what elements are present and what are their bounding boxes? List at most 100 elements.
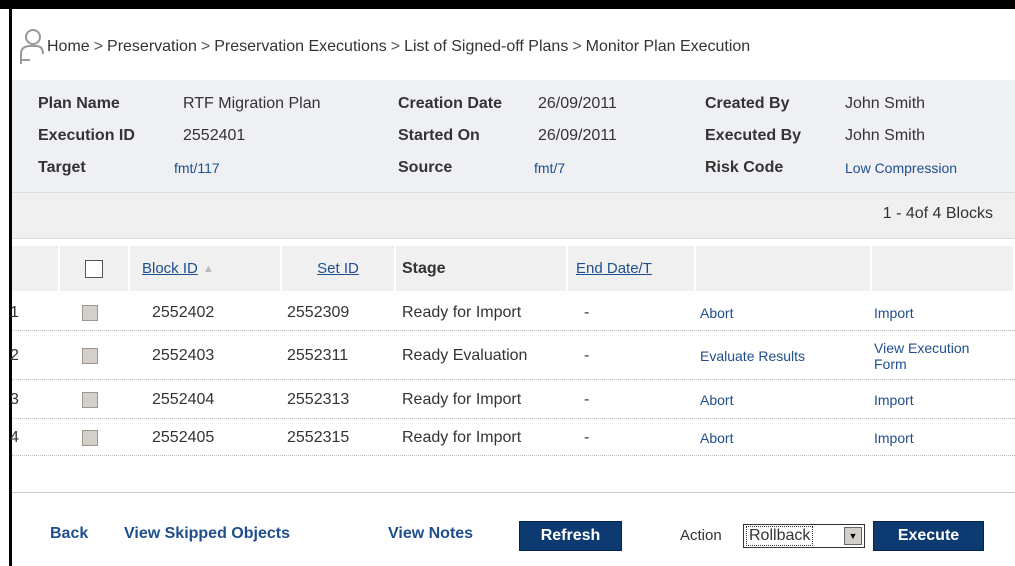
action-label: Action <box>680 527 722 544</box>
evaluate-results-link[interactable]: Evaluate Results <box>700 332 805 379</box>
view-notes-link[interactable]: View Notes <box>388 525 473 543</box>
created-by-value: John Smith <box>845 95 926 112</box>
sort-end-date-link[interactable]: End Date/T <box>576 260 652 277</box>
breadcrumb-separator: > <box>390 38 401 55</box>
row-checkbox-cell <box>82 420 98 455</box>
paging-summary: 1 - 4of 4 Blocks <box>882 205 993 222</box>
back-link[interactable]: Back <box>50 525 88 543</box>
view-execution-form-line1: View Execution <box>874 339 970 356</box>
header-set-id[interactable]: Set ID <box>282 246 396 291</box>
plan-info-panel: Plan Name RTF Migration Plan Creation Da… <box>12 80 1015 192</box>
executed-by-value: John Smith <box>845 127 926 144</box>
header-stage: Stage <box>396 246 568 291</box>
table-row: 3 2552404 2552313 Ready for Import - Abo… <box>10 381 1015 419</box>
set-id-cell: 2552315 <box>287 428 350 446</box>
view-skipped-objects-link[interactable]: View Skipped Objects <box>124 525 290 543</box>
abort-link[interactable]: Abort <box>700 420 733 455</box>
stage-cell: Ready for Import <box>402 428 522 446</box>
abort-link[interactable]: Abort <box>700 381 733 418</box>
refresh-button[interactable]: Refresh <box>519 521 622 551</box>
set-id-cell: 2552311 <box>287 346 349 364</box>
breadcrumb-separator: > <box>200 38 211 55</box>
end-date-cell: - <box>584 303 590 321</box>
block-id-cell: 2552402 <box>152 303 215 321</box>
row-checkbox <box>82 391 98 408</box>
breadcrumb-separator: > <box>93 38 104 55</box>
monitor-plan-execution-page: Home > Preservation > Preservation Execu… <box>0 0 1015 566</box>
stage-cell: Ready Evaluation <box>402 346 528 364</box>
bottom-action-bar: Back View Skipped Objects View Notes Ref… <box>12 492 1015 566</box>
plan-name-label: Plan Name <box>38 95 120 112</box>
dropdown-arrow-icon[interactable]: ▼ <box>844 527 862 545</box>
select-all-checkbox[interactable] <box>85 259 103 278</box>
paging-strip: 1 - 4of 4 Blocks <box>12 192 1015 239</box>
row-checkbox <box>82 304 98 321</box>
set-id-cell: 2552309 <box>287 303 350 321</box>
execute-button[interactable]: Execute <box>873 521 984 551</box>
table-row: 1 2552402 2552309 Ready for Import - Abo… <box>10 295 1015 331</box>
row-checkbox <box>82 347 98 364</box>
set-id-cell: 2552313 <box>287 390 350 408</box>
table-header: Block ID ▲ Set ID Stage End Date/T <box>12 246 1015 291</box>
block-id-cell: 2552405 <box>152 428 215 446</box>
header-stage-label: Stage <box>402 259 446 277</box>
started-on-label: Started On <box>398 127 480 144</box>
breadcrumb: Home > Preservation > Preservation Execu… <box>18 27 750 67</box>
sort-ascending-icon: ▲ <box>202 262 214 275</box>
executed-by-label: Executed By <box>705 127 802 144</box>
breadcrumb-signed-off-plans[interactable]: List of Signed-off Plans <box>404 38 568 56</box>
sort-block-id-link[interactable]: Block ID <box>142 260 198 277</box>
header-row-number <box>12 246 60 291</box>
row-checkbox <box>82 429 98 446</box>
row-number: 1 <box>10 303 19 321</box>
breadcrumb-separator: > <box>572 38 582 55</box>
execution-id-value: 2552401 <box>183 127 246 144</box>
header-select-all <box>60 246 130 291</box>
view-execution-form-link[interactable]: View Execution Form <box>874 332 1015 379</box>
row-checkbox-cell <box>82 381 98 418</box>
plan-name-value: RTF Migration Plan <box>183 95 321 112</box>
end-date-cell: - <box>584 346 590 364</box>
stage-cell: Ready for Import <box>402 303 522 321</box>
import-link[interactable]: Import <box>874 420 914 455</box>
window-top-border <box>0 0 1015 9</box>
breadcrumb-monitor-plan-execution: Monitor Plan Execution <box>585 38 751 55</box>
row-number: 4 <box>10 428 19 446</box>
table-row: 2 2552403 2552311 Ready Evaluation - Eva… <box>10 332 1015 380</box>
header-end-date[interactable]: End Date/T <box>568 246 696 291</box>
execution-id-label: Execution ID <box>38 127 135 144</box>
import-link[interactable]: Import <box>874 381 914 418</box>
risk-code-link[interactable]: Low Compression <box>845 156 957 180</box>
header-action2 <box>872 246 1015 291</box>
source-label: Source <box>398 159 453 176</box>
risk-code-label: Risk Code <box>705 159 784 176</box>
breadcrumb-home[interactable]: Home <box>47 38 90 56</box>
source-link[interactable]: fmt/7 <box>534 156 565 180</box>
row-number: 3 <box>10 390 19 408</box>
import-link[interactable]: Import <box>874 295 914 330</box>
block-id-cell: 2552403 <box>152 346 215 364</box>
row-checkbox-cell <box>82 295 98 330</box>
action-select-value: Rollback <box>746 526 814 546</box>
header-action1 <box>696 246 872 291</box>
user-icon <box>18 28 44 66</box>
creation-date-label: Creation Date <box>398 95 503 112</box>
end-date-cell: - <box>584 390 590 408</box>
row-checkbox-cell <box>82 332 98 379</box>
breadcrumb-preservation[interactable]: Preservation <box>107 38 197 56</box>
table-row: 4 2552405 2552315 Ready for Import - Abo… <box>10 420 1015 456</box>
started-on-value: 26/09/2011 <box>538 127 617 144</box>
end-date-cell: - <box>584 428 590 446</box>
creation-date-value: 26/09/2011 <box>538 95 617 112</box>
sort-set-id-link[interactable]: Set ID <box>317 260 359 277</box>
header-block-id[interactable]: Block ID ▲ <box>130 246 282 291</box>
row-number: 2 <box>10 346 19 364</box>
target-link[interactable]: fmt/117 <box>174 156 220 180</box>
abort-link[interactable]: Abort <box>700 295 733 330</box>
created-by-label: Created By <box>705 95 790 112</box>
target-label: Target <box>38 159 86 176</box>
breadcrumb-preservation-executions[interactable]: Preservation Executions <box>214 38 387 56</box>
action-select[interactable]: Rollback ▼ <box>743 524 865 548</box>
block-id-cell: 2552404 <box>152 390 215 408</box>
stage-cell: Ready for Import <box>402 390 522 408</box>
